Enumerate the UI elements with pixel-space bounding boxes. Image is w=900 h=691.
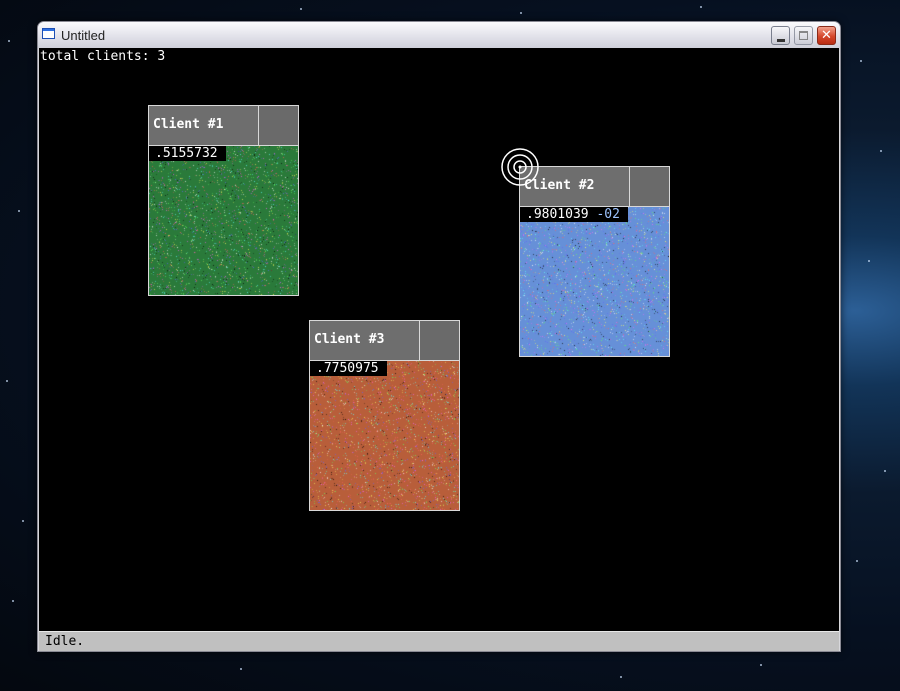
status-text: Idle. <box>45 634 85 649</box>
client-header[interactable]: Client #1 <box>149 106 298 146</box>
window-title: Untitled <box>61 28 106 43</box>
client-value-exponent: -02 <box>596 207 620 222</box>
minimize-button[interactable] <box>771 26 790 45</box>
client-panel-2[interactable]: Client #2 .9801039 -02 <box>519 166 670 357</box>
maximize-button[interactable] <box>794 26 813 45</box>
client-value: .5155732 <box>149 146 226 161</box>
client-panel-3[interactable]: Client #3 .7750975 <box>309 320 460 511</box>
client-panel-1[interactable]: Client #1 .5155732 <box>148 105 299 296</box>
client-canvas[interactable]: total clients: 3 Client #1 .5155732 Clie… <box>39 48 839 631</box>
client-noise-area: .7750975 <box>310 361 459 510</box>
client-header[interactable]: Client #3 <box>310 321 459 361</box>
maximize-icon <box>799 31 808 40</box>
client-noise-area: .5155732 <box>149 146 298 295</box>
window-app-icon[interactable] <box>42 28 55 39</box>
close-button[interactable]: ✕ <box>817 26 836 45</box>
client-name: Client #1 <box>153 117 224 132</box>
client-header-button[interactable] <box>258 106 298 145</box>
client-header-button[interactable] <box>419 321 459 360</box>
client-value: .7750975 <box>310 361 387 376</box>
title-bar[interactable]: Untitled ✕ <box>38 22 840 48</box>
app-window: Untitled ✕ total clients: 3 Client #1 .5… <box>37 21 841 652</box>
close-icon: ✕ <box>821 28 832 43</box>
client-header[interactable]: Client #2 <box>520 167 669 207</box>
client-value: .9801039 -02 <box>520 207 628 222</box>
target-cursor-icon <box>501 148 539 186</box>
client-noise-area: .9801039 -02 <box>520 207 669 356</box>
minimize-icon <box>777 39 785 42</box>
status-bar: Idle. <box>39 631 839 651</box>
client-name: Client #3 <box>314 332 385 347</box>
total-clients-label: total clients: 3 <box>40 49 166 64</box>
client-header-button[interactable] <box>629 167 669 206</box>
